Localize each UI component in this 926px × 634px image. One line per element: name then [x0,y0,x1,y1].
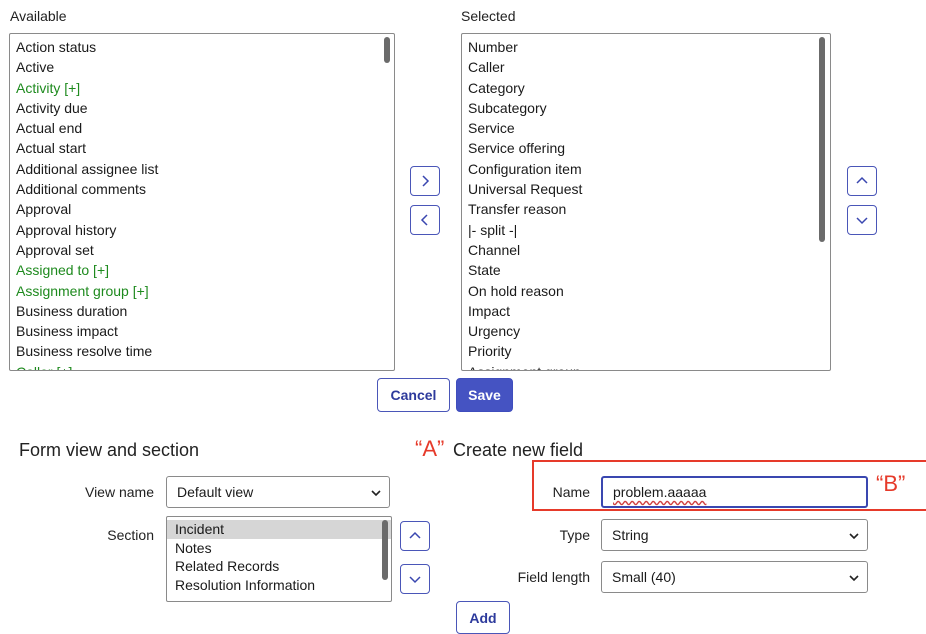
chevron-right-icon [422,175,430,187]
section-scrollbar[interactable] [382,520,388,580]
selected-list-item[interactable]: On hold reason [468,281,830,301]
available-list-item[interactable]: Business duration [16,301,394,321]
section-move-up-button[interactable] [400,521,430,551]
view-name-value: Default view [177,484,254,500]
name-label: Name [552,484,590,500]
available-list-item[interactable]: Assignment group [+] [16,281,394,301]
chevron-down-icon [849,533,859,540]
selected-list-item[interactable]: Priority [468,341,830,361]
selected-list-item[interactable]: Assignment group [468,362,830,370]
move-up-button[interactable] [847,166,877,196]
selected-list-item[interactable]: Number [468,37,830,57]
move-right-button[interactable] [410,166,440,196]
chevron-up-icon [856,176,868,184]
selected-list-item[interactable]: Universal Request [468,179,830,199]
available-list-item[interactable]: Action status [16,37,394,57]
available-list-item[interactable]: Approval history [16,220,394,240]
available-list-item[interactable]: Business resolve time [16,341,394,361]
available-list-item[interactable]: Active [16,57,394,77]
field-length-select[interactable]: Small (40) [601,561,868,593]
available-list-item[interactable]: Activity [+] [16,78,394,98]
type-select[interactable]: String [601,519,868,551]
view-name-select[interactable]: Default view [166,476,390,508]
section-move-down-button[interactable] [400,564,430,594]
type-label: Type [559,527,590,543]
available-list-item[interactable]: Activity due [16,98,394,118]
section-list[interactable]: Incident Notes Related Records Resolution I… [166,516,392,602]
selected-list-item[interactable]: Urgency [468,321,830,341]
move-down-button[interactable] [847,205,877,235]
selected-list-item[interactable]: State [468,260,830,280]
annotation-a: “A” [415,436,445,461]
move-left-button[interactable] [410,205,440,235]
chevron-down-icon [409,576,421,584]
create-new-field-title: Create new field [453,440,584,460]
chevron-left-icon [420,214,428,226]
view-name-label: View name [84,484,154,500]
available-list-item[interactable]: Caller [+] [16,362,394,370]
available-list[interactable]: Action status Active Activity [+] Activity … [9,33,395,371]
section-list-item[interactable]: Resolution Information [167,576,391,595]
field-length-label: Field length [517,569,590,585]
selected-list-item[interactable]: Category [468,78,830,98]
field-length-value: Small (40) [612,569,676,585]
selected-list-item[interactable]: Configuration item [468,159,830,179]
available-list-item[interactable]: Actual start [16,138,394,158]
section-label: Section [107,527,154,543]
selected-list-item[interactable]: Channel [468,240,830,260]
selected-list-item[interactable]: Subcategory [468,98,830,118]
available-list-item[interactable]: Additional comments [16,179,394,199]
available-list-item[interactable]: Additional assignee list [16,159,394,179]
available-list-item[interactable]: Actual end [16,118,394,138]
annotation-b: “B” [876,471,906,496]
add-button[interactable]: Add [456,601,510,634]
available-scrollbar[interactable] [384,37,390,63]
section-list-item[interactable]: Related Records [167,557,391,576]
available-list-item[interactable]: Approval [16,199,394,219]
selected-list-item[interactable]: Transfer reason [468,199,830,219]
section-list-item[interactable]: Notes [167,539,391,558]
chevron-down-icon [856,217,868,225]
available-list-item[interactable]: Assigned to [+] [16,260,394,280]
available-title: Available [10,8,67,24]
selected-list[interactable]: Number Caller Category Subcategory Service Se… [461,33,831,371]
type-value: String [612,527,649,543]
available-list-item[interactable]: Approval set [16,240,394,260]
name-value: problem.aaaaa [613,484,707,500]
cancel-button[interactable]: Cancel [377,378,450,412]
selected-list-item[interactable]: |- split -| [468,220,830,240]
selected-list-item[interactable]: Service [468,118,830,138]
available-list-item[interactable]: Business impact [16,321,394,341]
section-list-item[interactable]: Incident [167,520,391,539]
chevron-up-icon [409,531,421,539]
name-field[interactable]: problem.aaaaa [601,476,868,508]
chevron-down-icon [849,575,859,582]
selected-title: Selected [461,8,516,24]
selected-list-item[interactable]: Service offering [468,138,830,158]
selected-list-item[interactable]: Impact [468,301,830,321]
chevron-down-icon [371,490,381,497]
selected-list-item[interactable]: Caller [468,57,830,77]
form-view-section-title: Form view and section [19,440,200,460]
save-button[interactable]: Save [456,378,513,412]
selected-scrollbar[interactable] [819,37,825,242]
